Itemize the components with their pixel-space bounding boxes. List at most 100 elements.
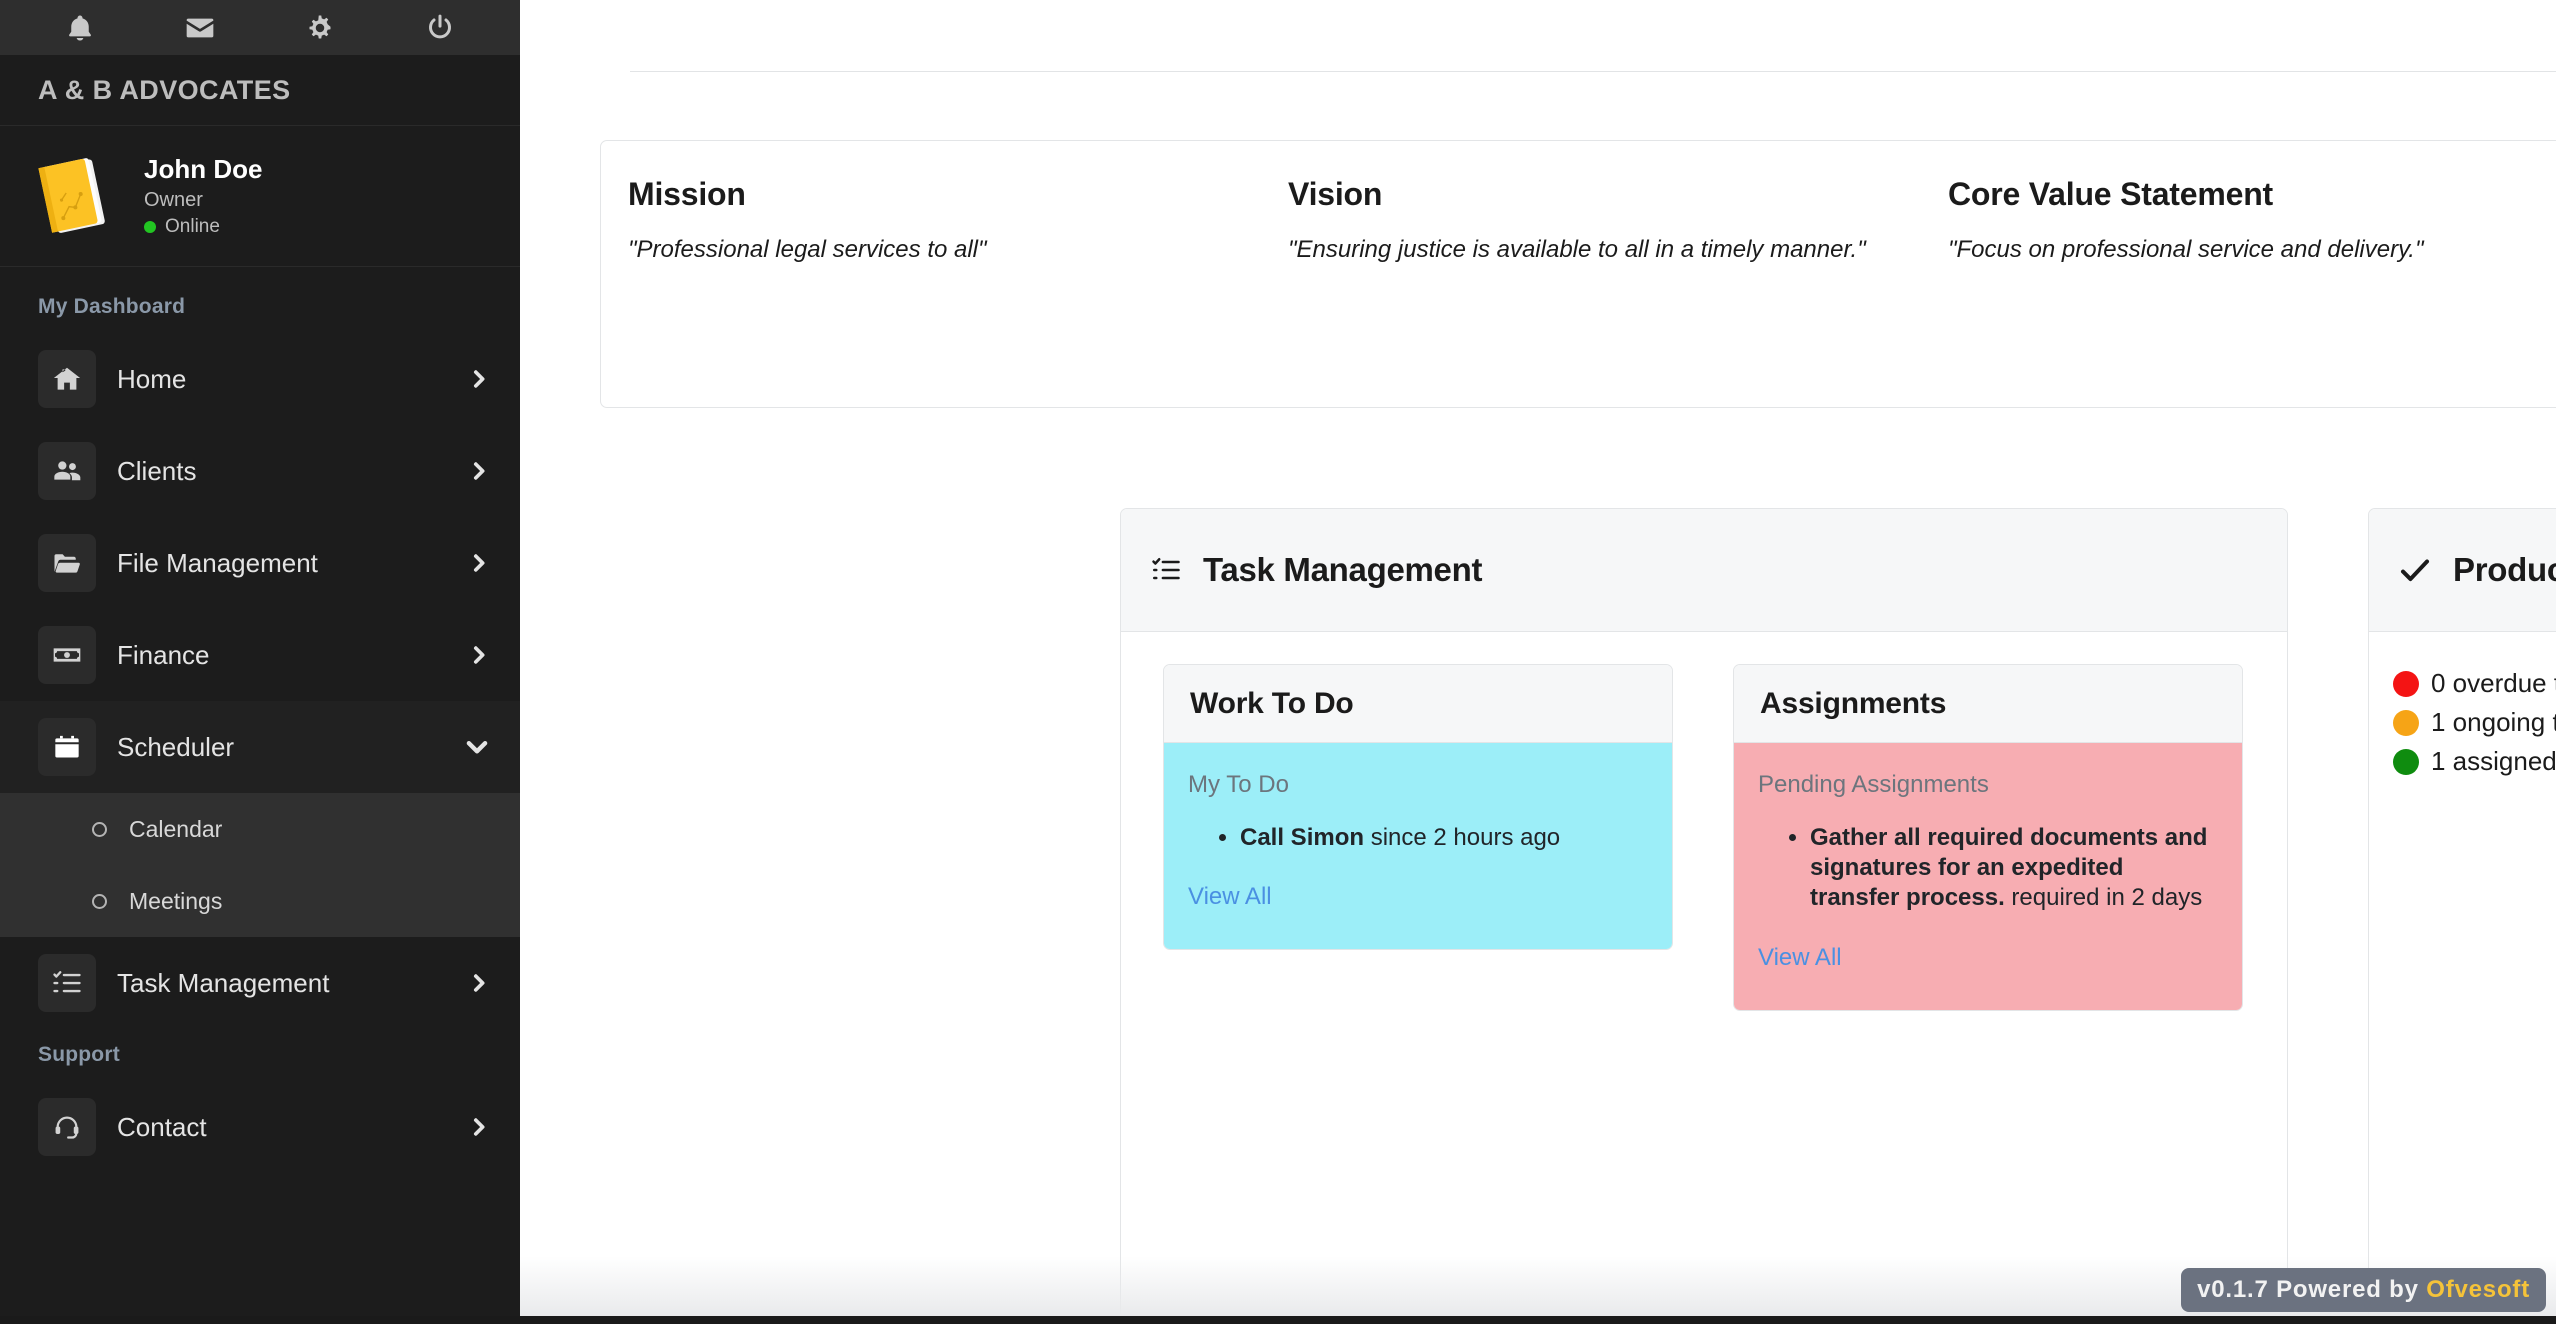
task-meta: required in 2 days xyxy=(2004,884,2203,912)
assignments-card: Assignments Pending Assignments Gather a… xyxy=(1733,664,2243,1011)
card-kicker: My To Do xyxy=(1188,771,1289,798)
sidebar-subitem-label: Meetings xyxy=(129,887,223,914)
productivity-row-label: 1 assigned tasks xyxy=(2431,746,2556,776)
productivity-row-ongoing: 1 ongoing tasks xyxy=(2393,707,2556,738)
brand-title: A & B ADVOCATES xyxy=(0,55,520,126)
sidebar-item-label: Contact xyxy=(117,1111,207,1142)
panel-title: Productivity xyxy=(2453,551,2556,588)
check-icon xyxy=(2399,554,2431,586)
profile-name: John Doe xyxy=(144,154,263,184)
home-icon xyxy=(38,350,96,408)
window-bottom-strip xyxy=(0,1316,2556,1324)
header-divider xyxy=(630,71,2556,72)
chevron-down-icon xyxy=(464,734,490,760)
main-content: Mission "Professional legal services to … xyxy=(520,0,2556,1324)
status-dot-icon xyxy=(2393,709,2419,736)
circle-icon xyxy=(92,893,107,909)
headset-icon xyxy=(38,1098,96,1156)
sidebar-item-task-management[interactable]: Task Management xyxy=(0,937,520,1029)
circle-icon xyxy=(92,821,107,837)
assignments-list: Gather all required documents and signat… xyxy=(1758,823,2218,914)
productivity-row-label: 1 ongoing tasks xyxy=(2431,707,2556,737)
sidebar-item-clients[interactable]: Clients xyxy=(0,425,520,517)
app-root: A & B ADVOCATES John Doe Owner Online My… xyxy=(0,0,2556,1324)
productivity-panel-header: Productivity xyxy=(2369,509,2556,632)
card-kicker: Pending Assignments xyxy=(1758,771,1989,798)
gear-icon[interactable] xyxy=(260,13,380,43)
money-bill-icon xyxy=(38,626,96,684)
work-to-do-card-body: My To Do Call Simon since 2 hours ago Vi… xyxy=(1164,743,1672,950)
statement-title: Mission xyxy=(628,176,746,212)
productivity-panel: Productivity 0 overdue tasks 1 ongoing t… xyxy=(2368,508,2556,1324)
sidebar-item-label: Task Management xyxy=(117,967,330,998)
status-dot-icon xyxy=(144,221,156,233)
chevron-right-icon xyxy=(468,368,490,390)
productivity-row-overdue: 0 overdue tasks xyxy=(2393,668,2556,699)
scheduler-submenu: Calendar Meetings xyxy=(0,793,520,937)
statements-card: Mission "Professional legal services to … xyxy=(600,140,2556,408)
version-badge: v0.1.7 Powered by Ofvesoft xyxy=(2181,1268,2546,1312)
sidebar-item-label: Finance xyxy=(117,639,210,670)
statement-mission: Mission "Professional legal services to … xyxy=(601,141,1261,407)
chevron-right-icon xyxy=(468,552,490,574)
nav-section-my-dashboard: My Dashboard xyxy=(38,295,186,318)
sidebar-item-label: Clients xyxy=(117,455,197,486)
task-meta: since 2 hours ago xyxy=(1364,824,1561,851)
sidebar-item-scheduler[interactable]: Scheduler xyxy=(0,701,520,793)
users-icon xyxy=(38,442,96,500)
envelope-icon[interactable] xyxy=(140,12,260,44)
statement-body: "Focus on professional service and deliv… xyxy=(1948,236,2424,263)
task-cards-container: Work To Do My To Do Call Simon since 2 h… xyxy=(1121,632,2287,1011)
calendar-icon xyxy=(38,718,96,776)
task-management-panel: Task Management Work To Do My To Do Call… xyxy=(1120,508,2288,1324)
work-to-do-card: Work To Do My To Do Call Simon since 2 h… xyxy=(1163,664,1673,951)
power-icon[interactable] xyxy=(380,13,500,43)
sidebar-item-contact[interactable]: Contact xyxy=(0,1081,520,1173)
bell-icon[interactable] xyxy=(20,13,140,43)
chevron-right-icon xyxy=(468,1116,490,1138)
sidebar-subitem-label: Calendar xyxy=(129,815,223,842)
profile-role: Owner xyxy=(144,189,203,211)
vendor-brand-name: Ofvesoft xyxy=(2426,1276,2530,1303)
statement-core-value: Core Value Statement "Focus on professio… xyxy=(1921,141,2556,407)
work-to-do-card-header: Work To Do xyxy=(1164,665,1672,743)
task-list-icon xyxy=(38,954,96,1012)
sidebar-item-finance[interactable]: Finance xyxy=(0,609,520,701)
profile-block[interactable]: John Doe Owner Online xyxy=(0,126,520,267)
statement-vision: Vision "Ensuring justice is available to… xyxy=(1261,141,1921,407)
sidebar: A & B ADVOCATES John Doe Owner Online My… xyxy=(0,0,520,1324)
card-title: Work To Do xyxy=(1190,686,1354,720)
productivity-row-label: 0 overdue tasks xyxy=(2431,668,2556,698)
work-to-do-list: Call Simon since 2 hours ago xyxy=(1188,823,1648,853)
task-title: Call Simon xyxy=(1240,824,1365,851)
powered-by-label: Powered by xyxy=(2276,1276,2419,1303)
status-dot-icon xyxy=(2393,748,2419,775)
assignments-card-body: Pending Assignments Gather all required … xyxy=(1734,743,2242,1010)
productivity-row-assigned: 1 assigned tasks xyxy=(2393,746,2556,777)
chevron-right-icon xyxy=(468,972,490,994)
profile-status-label: Online xyxy=(165,216,220,237)
card-title: Assignments xyxy=(1760,686,1947,720)
statement-body: "Ensuring justice is available to all in… xyxy=(1288,236,1866,263)
status-dot-icon xyxy=(2393,670,2419,697)
sidebar-item-home[interactable]: Home xyxy=(0,333,520,425)
sidebar-topbar xyxy=(0,0,520,55)
list-item: Call Simon since 2 hours ago xyxy=(1240,823,1648,853)
folder-open-icon xyxy=(38,534,96,592)
statement-title: Vision xyxy=(1288,176,1383,212)
profile-status: Online xyxy=(144,216,262,238)
assignments-card-header: Assignments xyxy=(1734,665,2242,743)
nav-section-support: Support xyxy=(38,1043,120,1066)
avatar xyxy=(30,150,122,242)
sidebar-item-label: File Management xyxy=(117,547,318,578)
chevron-right-icon xyxy=(468,644,490,666)
sidebar-subitem-meetings[interactable]: Meetings xyxy=(0,865,520,937)
sidebar-subitem-calendar[interactable]: Calendar xyxy=(0,793,520,865)
sidebar-item-label: Home xyxy=(117,363,187,394)
task-management-panel-header: Task Management xyxy=(1121,509,2287,632)
list-item: Gather all required documents and signat… xyxy=(1810,823,2218,914)
work-to-do-view-all-link[interactable]: View All xyxy=(1188,883,1272,911)
assignments-view-all-link[interactable]: View All xyxy=(1758,944,1842,972)
sidebar-item-file-management[interactable]: File Management xyxy=(0,517,520,609)
sidebar-item-label: Scheduler xyxy=(117,731,235,762)
